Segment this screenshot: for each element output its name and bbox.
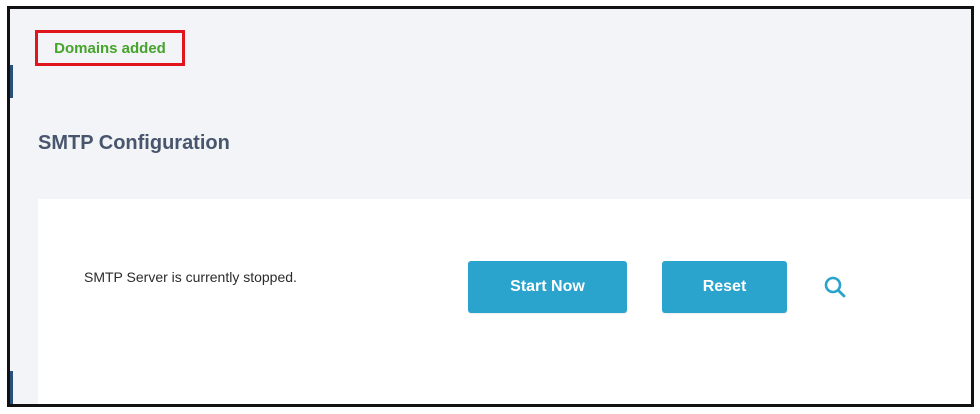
search-icon[interactable] (823, 275, 847, 299)
app-frame: Domains added SMTP Configuration SMTP Se… (7, 6, 974, 407)
left-edge-marker (10, 371, 13, 404)
notice-text: Domains added (54, 39, 166, 57)
page-title: SMTP Configuration (38, 132, 230, 154)
start-now-button[interactable]: Start Now (468, 261, 627, 313)
left-edge-marker (10, 65, 13, 98)
reset-button[interactable]: Reset (662, 261, 787, 313)
smtp-status-text: SMTP Server is currently stopped. (84, 269, 297, 285)
smtp-panel: SMTP Server is currently stopped. Start … (38, 199, 971, 404)
domains-added-notice: Domains added (35, 30, 185, 66)
